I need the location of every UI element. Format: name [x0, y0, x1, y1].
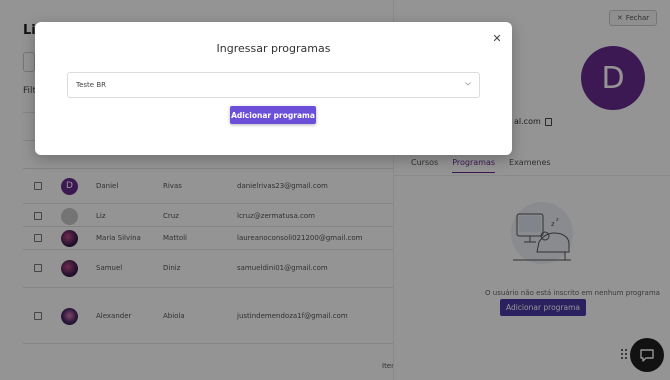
- program-select-value: Teste BR: [76, 81, 106, 89]
- program-select[interactable]: Teste BR: [67, 72, 480, 98]
- close-icon[interactable]: ✕: [491, 32, 503, 45]
- add-program-modal: Ingressar programas ✕ Teste BR Adicionar…: [35, 22, 512, 155]
- chevron-down-icon: [465, 82, 471, 86]
- modal-add-program-button[interactable]: Adicionar programa: [230, 106, 316, 124]
- modal-title: Ingressar programas: [216, 42, 331, 55]
